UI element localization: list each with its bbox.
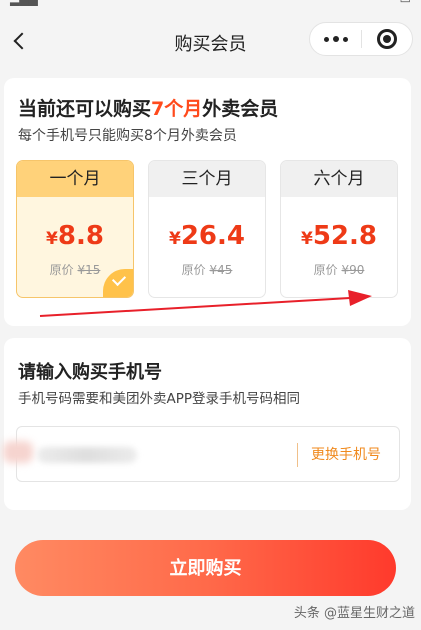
phone-subtitle: 手机号码需要和美团外卖APP登录手机号码相同 [18, 391, 301, 407]
plan-label: 一个月 [17, 161, 133, 197]
nav-bar: 购买会员 [0, 18, 421, 64]
blurred-region [3, 441, 33, 463]
blurred-phone-number [37, 447, 137, 463]
plan-price: ¥8.8 [46, 221, 104, 251]
phone-divider [297, 443, 298, 467]
phone-title: 请输入购买手机号 [18, 362, 162, 383]
plan-price: ¥26.4 [169, 221, 245, 251]
months-remaining: 7个月 [151, 98, 203, 120]
membership-title: 当前还可以购买7个月外卖会员 [18, 98, 279, 120]
target-circle-icon [376, 29, 397, 49]
membership-card: 当前还可以购买7个月外卖会员 每个手机号只能购买8个月外卖会员 一个月 ¥8.8… [4, 78, 411, 326]
plan-label: 六个月 [281, 161, 397, 197]
close-mini-program-button[interactable] [362, 23, 412, 55]
plan-price: ¥52.8 [301, 221, 377, 251]
signal-icon: ▂▄▆ [10, 0, 38, 6]
more-dots-icon [323, 36, 329, 42]
buy-now-button[interactable]: 立即购买 [15, 540, 396, 596]
plan-option-1-month[interactable]: 一个月 ¥8.8 原价 ¥15 [16, 160, 134, 298]
watermark: 头条 @蓝星生财之道 [293, 606, 415, 621]
plan-option-6-months[interactable]: 六个月 ¥52.8 原价 ¥90 [280, 160, 398, 298]
plan-option-3-months[interactable]: 三个月 ¥26.4 原价 ¥45 [148, 160, 266, 298]
battery-icon: ▭ [400, 0, 411, 6]
more-button[interactable] [310, 23, 361, 55]
mini-program-capsule [309, 22, 413, 56]
plan-label: 三个月 [149, 161, 265, 197]
phone-input-box[interactable]: 更换手机号 [3, 426, 400, 482]
status-bar: ▂▄▆ ▭ [0, 0, 421, 8]
plan-original-price: 原价 ¥45 [181, 263, 233, 277]
change-phone-button[interactable]: 更换手机号 [311, 444, 381, 464]
plan-original-price: 原价 ¥90 [313, 263, 365, 277]
phone-card: 请输入购买手机号 手机号码需要和美团外卖APP登录手机号码相同 更换手机号 [3, 338, 411, 510]
membership-subtitle: 每个手机号只能购买8个月外卖会员 [18, 128, 237, 144]
